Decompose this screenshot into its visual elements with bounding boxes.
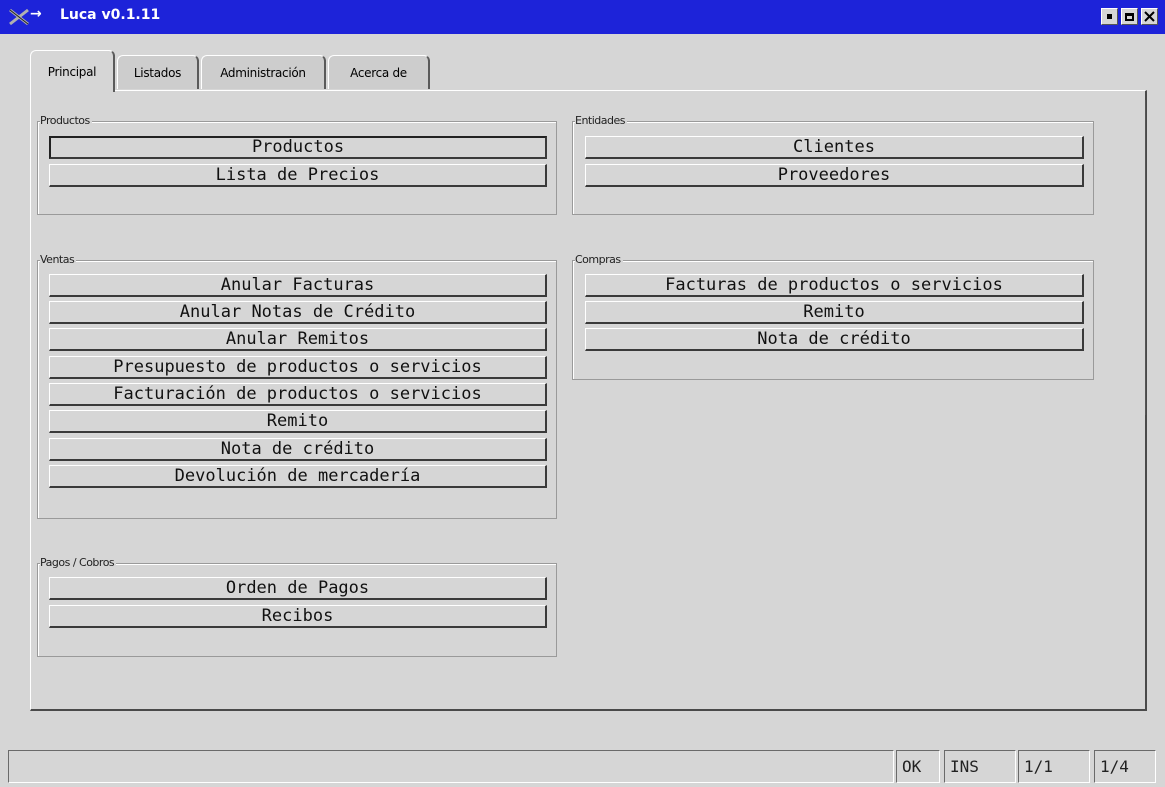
compras-remito-button[interactable]: Remito (585, 301, 1084, 324)
group-label-productos: Productos (40, 114, 92, 127)
minimize-button[interactable] (1101, 8, 1118, 25)
anular-facturas-button[interactable]: Anular Facturas (49, 274, 547, 297)
anular-notas-de-credito-button[interactable]: Anular Notas de Crédito (49, 301, 547, 324)
compras-nota-de-credito-button[interactable]: Nota de crédito (585, 328, 1084, 351)
group-label-ventas: Ventas (40, 253, 77, 266)
window-title: Luca v0.1.11 (60, 7, 161, 23)
x-logo-icon (9, 8, 29, 26)
title-arrow: → (30, 6, 42, 22)
anular-remitos-button[interactable]: Anular Remitos (49, 328, 547, 351)
title-bar[interactable]: → Luca v0.1.11 (0, 0, 1165, 34)
close-icon (1144, 11, 1155, 22)
tab-acerca-de[interactable]: Acerca de (328, 55, 430, 89)
status-message (8, 750, 894, 783)
window-frame-left (0, 34, 8, 787)
status-page: 1/1 (1018, 750, 1090, 783)
lista-de-precios-button[interactable]: Lista de Precios (49, 164, 547, 187)
proveedores-button[interactable]: Proveedores (585, 164, 1084, 187)
recibos-button[interactable]: Recibos (49, 605, 547, 628)
group-label-pagos-cobros: Pagos / Cobros (40, 556, 117, 569)
orden-de-pagos-button[interactable]: Orden de Pagos (49, 577, 547, 600)
status-ok: OK (896, 750, 940, 783)
tab-listados[interactable]: Listados (117, 55, 199, 89)
window-frame-top (8, 34, 1165, 37)
maximize-button[interactable] (1121, 8, 1138, 25)
close-button[interactable] (1141, 8, 1158, 25)
group-label-compras: Compras (575, 253, 623, 266)
status-record: 1/4 (1094, 750, 1156, 783)
panel-divider (1145, 100, 1146, 415)
ventas-nota-de-credito-button[interactable]: Nota de crédito (49, 438, 547, 461)
facturacion-button[interactable]: Facturación de productos o servicios (49, 383, 547, 406)
tab-administracion[interactable]: Administración (201, 55, 326, 89)
ventas-remito-button[interactable]: Remito (49, 410, 547, 433)
status-ins: INS (944, 750, 1016, 783)
tab-principal[interactable]: Principal (30, 50, 115, 92)
minimize-icon (1107, 14, 1112, 19)
maximize-icon (1125, 12, 1134, 21)
presupuesto-button[interactable]: Presupuesto de productos o servicios (49, 356, 547, 379)
group-label-entidades: Entidades (575, 114, 627, 127)
devolucion-de-mercaderia-button[interactable]: Devolución de mercadería (49, 465, 547, 488)
clientes-button[interactable]: Clientes (585, 136, 1084, 159)
productos-button[interactable]: Productos (49, 136, 547, 159)
facturas-compras-button[interactable]: Facturas de productos o servicios (585, 274, 1084, 297)
